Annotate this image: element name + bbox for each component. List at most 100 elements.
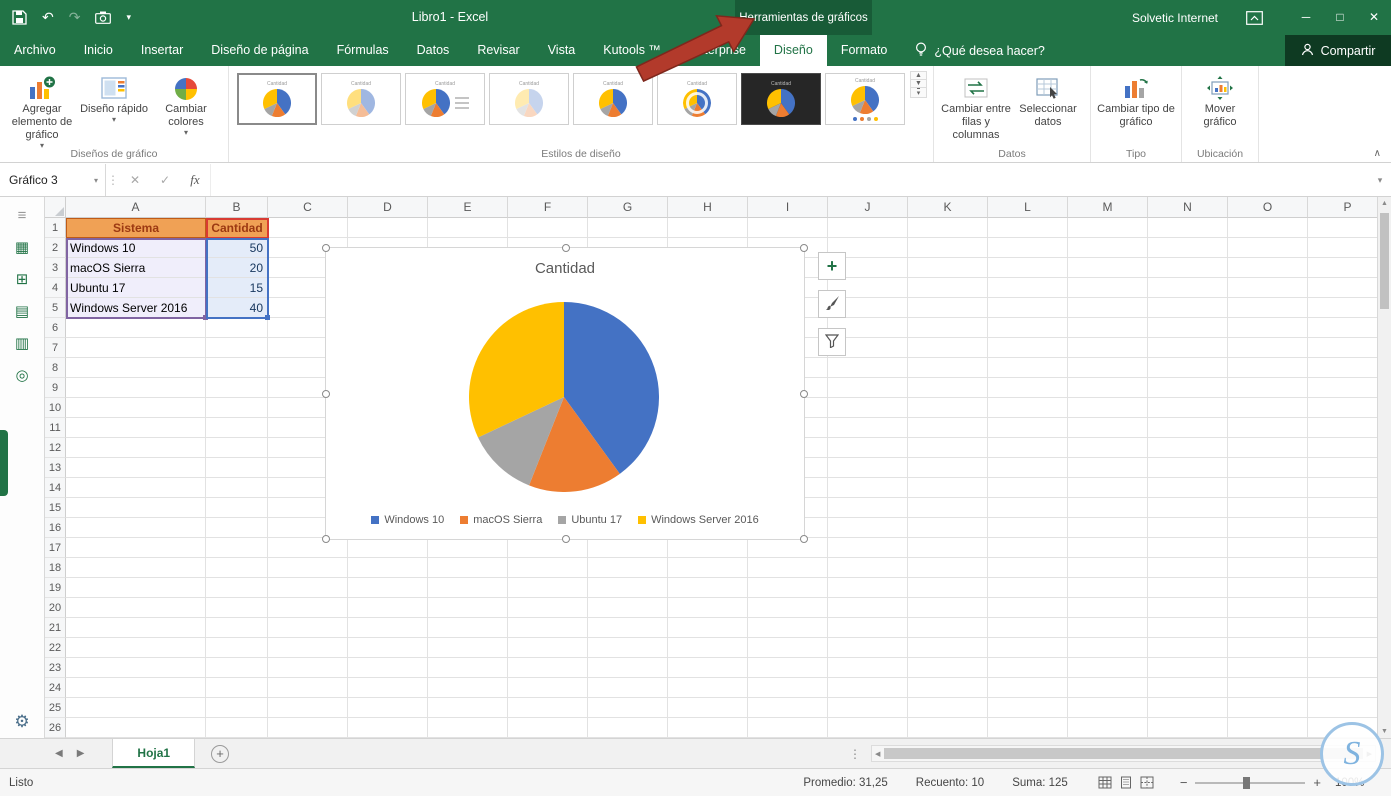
cell-M17[interactable] [1068,538,1148,558]
close-button[interactable]: ✕ [1357,0,1391,35]
cell-K20[interactable] [908,598,988,618]
cell-J15[interactable] [828,498,908,518]
chart-style-thumbnail-1[interactable]: Cantidad [237,73,317,125]
cell-O21[interactable] [1228,618,1308,638]
sheet-tab-hoja1[interactable]: Hoja1 [112,739,196,768]
cell-K21[interactable] [908,618,988,638]
cell-P18[interactable] [1308,558,1377,578]
sheet-nav-right-icon[interactable]: ▶ [77,748,85,759]
cell-M7[interactable] [1068,338,1148,358]
tab-formato[interactable]: Formato [827,35,902,66]
cell-B12[interactable] [206,438,268,458]
cell-G23[interactable] [588,658,668,678]
cell-H18[interactable] [668,558,748,578]
cell-G26[interactable] [588,718,668,738]
cell-P15[interactable] [1308,498,1377,518]
cell-O1[interactable] [1228,218,1308,238]
cell-L6[interactable] [988,318,1068,338]
cell-P2[interactable] [1308,238,1377,258]
cell-B17[interactable] [206,538,268,558]
tab-archivo[interactable]: Archivo [0,35,70,66]
cell-L22[interactable] [988,638,1068,658]
gallery-scroll-up-icon[interactable]: ▲ [911,72,926,80]
cell-E22[interactable] [428,638,508,658]
cell-D26[interactable] [348,718,428,738]
row-header-10[interactable]: 10 [45,398,66,418]
cell-N1[interactable] [1148,218,1228,238]
row-header-9[interactable]: 9 [45,378,66,398]
cell-E1[interactable] [428,218,508,238]
page-break-view-icon[interactable] [1140,776,1154,789]
signed-in-user[interactable]: Solvetic Internet [1132,11,1218,25]
cell-M1[interactable] [1068,218,1148,238]
tab-insertar[interactable]: Insertar [127,35,197,66]
cell-L18[interactable] [988,558,1068,578]
cell-K13[interactable] [908,458,988,478]
formula-input[interactable] [210,164,1369,196]
tab-dise-o[interactable]: Diseño [759,35,827,66]
cell-A4[interactable]: Ubuntu 17 [66,278,206,298]
cell-B23[interactable] [206,658,268,678]
camera-icon[interactable] [95,11,112,24]
cell-N2[interactable] [1148,238,1228,258]
cell-K15[interactable] [908,498,988,518]
tab-enterprise[interactable]: Enterprise [675,35,760,66]
cell-F25[interactable] [508,698,588,718]
cell-A13[interactable] [66,458,206,478]
column-header-E[interactable]: E [428,197,508,218]
cell-O11[interactable] [1228,418,1308,438]
cell-N20[interactable] [1148,598,1228,618]
tab-dise-o-de-p-gina[interactable]: Diseño de página [197,35,322,66]
chart-object[interactable]: Cantidad Windows 10 macOS Sierra Ubuntu 17… [322,244,808,543]
cell-E21[interactable] [428,618,508,638]
cell-O6[interactable] [1228,318,1308,338]
cell-F20[interactable] [508,598,588,618]
cell-D22[interactable] [348,638,428,658]
cell-I17[interactable] [748,538,828,558]
cell-O22[interactable] [1228,638,1308,658]
cell-H26[interactable] [668,718,748,738]
cell-E23[interactable] [428,658,508,678]
cell-A21[interactable] [66,618,206,638]
expand-formula-bar-icon[interactable]: ▾ [1369,175,1391,186]
insert-function-icon[interactable]: fx [180,172,210,188]
row-header-14[interactable]: 14 [45,478,66,498]
vertical-scroll-thumb[interactable] [1380,213,1389,309]
cell-F24[interactable] [508,678,588,698]
cell-K2[interactable] [908,238,988,258]
cell-M26[interactable] [1068,718,1148,738]
side-tool-icon-2[interactable]: ▦ [15,239,29,256]
cell-H1[interactable] [668,218,748,238]
column-header-A[interactable]: A [66,197,206,218]
cell-N15[interactable] [1148,498,1228,518]
cell-F22[interactable] [508,638,588,658]
cell-M20[interactable] [1068,598,1148,618]
cell-C24[interactable] [268,678,348,698]
cell-A19[interactable] [66,578,206,598]
cell-L25[interactable] [988,698,1068,718]
cell-C22[interactable] [268,638,348,658]
chart-styles-button[interactable] [818,290,846,318]
cell-N19[interactable] [1148,578,1228,598]
cell-M6[interactable] [1068,318,1148,338]
cell-N7[interactable] [1148,338,1228,358]
cell-H17[interactable] [668,538,748,558]
cell-B9[interactable] [206,378,268,398]
cell-G25[interactable] [588,698,668,718]
chart-selection-handle[interactable] [800,535,808,543]
cell-L3[interactable] [988,258,1068,278]
cell-O12[interactable] [1228,438,1308,458]
chart-selection-handle[interactable] [322,390,330,398]
cell-E20[interactable] [428,598,508,618]
cell-J20[interactable] [828,598,908,618]
cell-E26[interactable] [428,718,508,738]
cell-B18[interactable] [206,558,268,578]
row-header-24[interactable]: 24 [45,678,66,698]
contextual-tab-header[interactable]: Herramientas de gráficos [735,0,872,35]
chart-selection-handle[interactable] [322,535,330,543]
cell-C20[interactable] [268,598,348,618]
cell-E19[interactable] [428,578,508,598]
cell-A26[interactable] [66,718,206,738]
chart-style-thumbnail-8[interactable]: Cantidad [825,73,905,125]
cell-O4[interactable] [1228,278,1308,298]
